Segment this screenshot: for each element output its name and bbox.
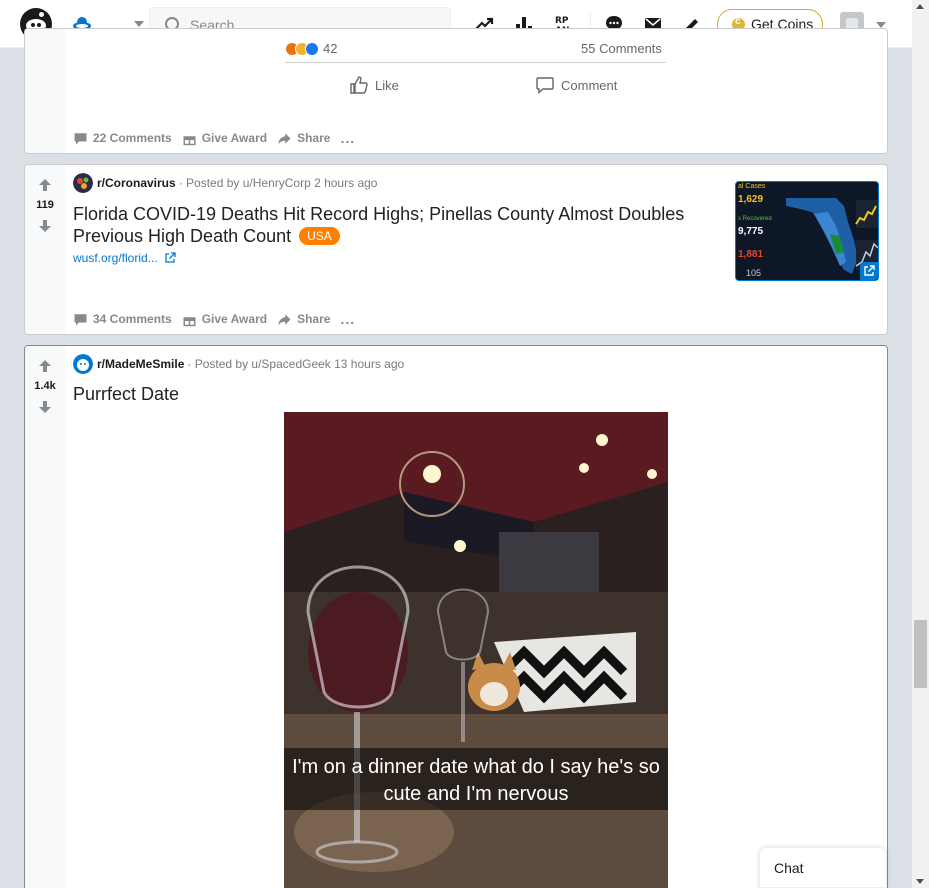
thumbnail-number-recovered: 9,775 <box>738 226 764 237</box>
scroll-down-arrow-icon[interactable] <box>916 879 924 884</box>
thumbs-up-icon <box>350 76 368 94</box>
vote-score: 119 <box>36 199 54 211</box>
comments-button[interactable]: 22 Comments <box>73 131 172 146</box>
external-link-icon <box>165 252 176 263</box>
vote-column: 119 <box>25 165 65 334</box>
thumbnail-label-cases: al Cases <box>738 183 766 190</box>
post-thumbnail[interactable]: al Cases 1,629 s Recovered 9,775 1,881 1… <box>735 181 879 281</box>
gift-icon <box>183 135 196 145</box>
more-options-button[interactable]: ... <box>340 311 355 327</box>
post-actions: 22 Comments Give Award Share ... <box>73 130 365 146</box>
post-card-1[interactable]: 42 55 Comments Like Comment 22 Comments … <box>24 28 888 154</box>
subreddit-coronavirus-icon[interactable] <box>73 173 93 193</box>
vote-column: 1.4k <box>25 346 65 888</box>
fb-like-label: Like <box>375 77 399 93</box>
posted-by: · Posted by u/SpacedGeek 13 hours ago <box>187 357 405 371</box>
comment-bubble-icon <box>536 77 554 95</box>
comment-icon <box>74 132 87 144</box>
image-caption: I'm on a dinner date what do I say he's … <box>292 756 660 805</box>
vote-column <box>25 29 65 153</box>
give-award-label: Give Award <box>201 131 268 145</box>
flair-badge: USA <box>299 227 340 245</box>
posted-by: · Posted by u/HenryCorp 2 hours ago <box>178 176 378 190</box>
vote-score: 1.4k <box>34 380 56 392</box>
reactions-count: 42 <box>323 41 338 56</box>
thumbnail-number-cases: 1,629 <box>738 194 764 205</box>
post-actions: 34 Comments Give Award Share ... <box>73 311 365 327</box>
like-reaction-icon <box>305 41 319 56</box>
post-title[interactable]: Purrfect Date <box>73 383 179 405</box>
thumbnail-label-recovered: s Recovered <box>738 216 772 222</box>
svg-text:RP: RP <box>555 16 569 26</box>
comments-label: 34 Comments <box>93 312 172 326</box>
share-button[interactable]: Share <box>277 312 330 327</box>
scroll-up-arrow-icon[interactable] <box>916 4 924 9</box>
subreddit-mademesmile-icon[interactable] <box>73 354 93 374</box>
share-button[interactable]: Share <box>277 131 330 146</box>
subreddit-link[interactable]: r/MadeMeSmile <box>97 357 184 371</box>
cat-dinner-date-photo <box>284 412 668 888</box>
upvote-arrow-icon[interactable] <box>38 178 52 192</box>
share-arrow-icon <box>278 132 291 144</box>
post-card-3[interactable]: 1.4k r/MadeMeSmile · Posted by u/SpacedG… <box>24 345 888 888</box>
share-label: Share <box>297 312 331 326</box>
scrollbar-thumb[interactable] <box>914 620 927 688</box>
more-options-button[interactable]: ... <box>340 130 355 146</box>
gift-icon <box>183 316 196 326</box>
post-image[interactable]: I'm on a dinner date what do I say he's … <box>284 412 668 888</box>
give-award-button[interactable]: Give Award <box>182 131 267 146</box>
post-card-2[interactable]: 119 r/Coronavirus · Posted by u/HenryCor… <box>24 164 888 335</box>
fb-reactions: 42 <box>285 41 337 56</box>
downvote-arrow-icon[interactable] <box>38 400 52 414</box>
feed-dropdown-chevron-down-icon[interactable] <box>134 21 144 27</box>
fb-divider <box>285 62 666 63</box>
thumbnail-number-other: 105 <box>746 268 762 278</box>
share-arrow-icon <box>278 313 291 325</box>
post-title[interactable]: Florida COVID-19 Deaths Hit Record Highs… <box>73 203 713 247</box>
post-meta: r/MadeMeSmile · Posted by u/SpacedGeek 1… <box>73 354 404 374</box>
give-award-button[interactable]: Give Award <box>182 312 267 327</box>
fb-comment-label: Comment <box>561 77 618 93</box>
post-meta: r/Coronavirus · Posted by u/HenryCorp 2 … <box>73 173 377 193</box>
thumbnail-number-deaths: 1,881 <box>738 249 764 260</box>
comments-button[interactable]: 34 Comments <box>73 312 172 327</box>
thumbnail-external-link-icon <box>860 262 878 280</box>
fb-comments-count[interactable]: 55 Comments <box>581 41 662 56</box>
give-award-label: Give Award <box>201 312 268 326</box>
downvote-arrow-icon[interactable] <box>38 219 52 233</box>
link-text: wusf.org/florid... <box>73 251 158 265</box>
share-label: Share <box>297 131 331 145</box>
page-scrollbar[interactable] <box>912 0 929 888</box>
comment-icon <box>74 313 87 325</box>
external-link[interactable]: wusf.org/florid... <box>73 251 176 265</box>
chat-label: Chat <box>774 860 804 876</box>
fb-like-button[interactable]: Like <box>349 75 399 95</box>
comments-label: 22 Comments <box>93 131 172 145</box>
upvote-arrow-icon[interactable] <box>38 359 52 373</box>
chat-widget[interactable]: Chat <box>759 847 887 888</box>
subreddit-link[interactable]: r/Coronavirus <box>97 176 176 190</box>
fb-comment-button[interactable]: Comment <box>535 75 617 95</box>
